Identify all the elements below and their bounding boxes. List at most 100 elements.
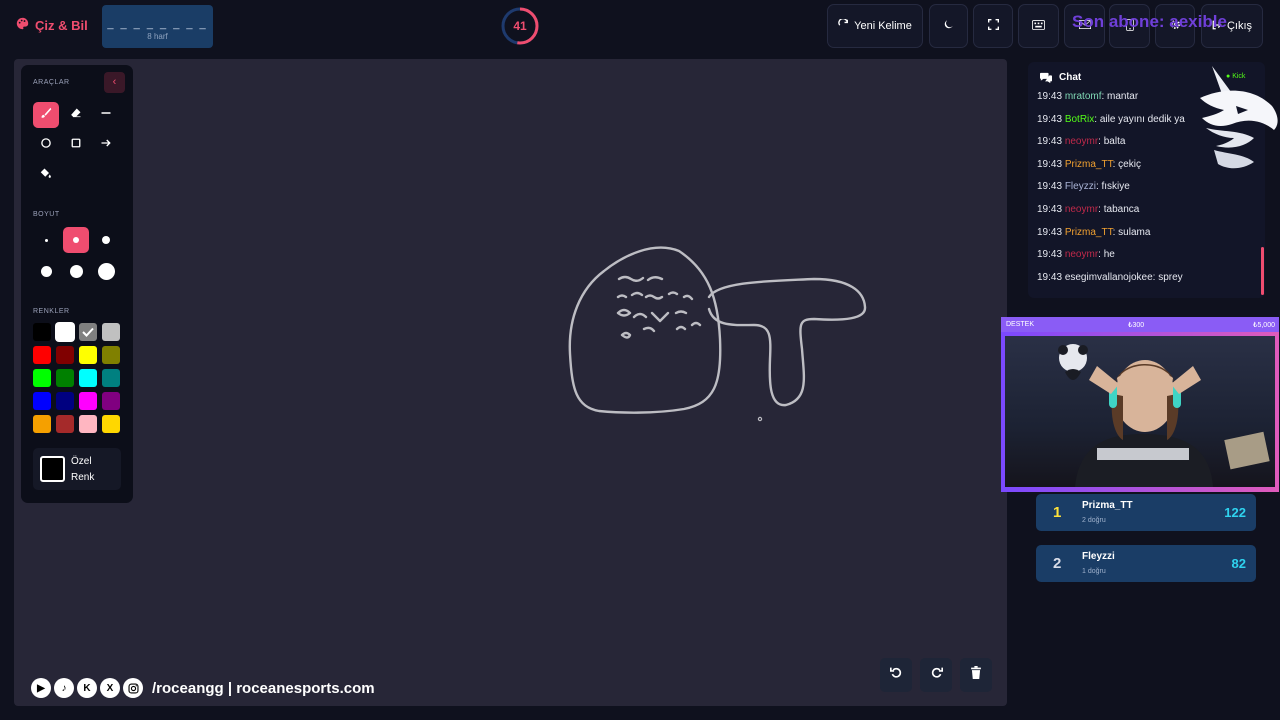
chat-username[interactable]: neoymr [1065, 136, 1098, 147]
undo-button[interactable] [880, 658, 912, 692]
brush-tool[interactable] [33, 102, 59, 128]
chat-username[interactable]: Prizma_TT [1065, 227, 1113, 238]
leaderboard-rank: 2 [1053, 555, 1062, 572]
arrow-right-icon [100, 136, 112, 154]
color-swatch[interactable] [79, 369, 97, 387]
fullscreen-icon [987, 19, 999, 33]
chat-time: 19:43 [1037, 158, 1063, 170]
rectangle-tool[interactable] [63, 132, 89, 158]
color-swatch[interactable] [56, 346, 74, 364]
custom-color-button[interactable]: Özel Renk [33, 448, 121, 490]
drawn-stroke [620, 321, 702, 339]
chat-text: : tabanca [1098, 204, 1140, 215]
color-swatch[interactable] [79, 392, 97, 410]
chat-username[interactable]: BotRix [1065, 114, 1094, 125]
new-word-label: Yeni Kelime [854, 20, 912, 32]
chat-text: : balta [1098, 136, 1126, 148]
chat-time: 19:43 [1037, 271, 1063, 283]
clear-canvas-button[interactable] [960, 658, 992, 692]
word-hint: _ _ _ _ _ _ _ _ 8 harf [102, 5, 213, 48]
collapse-panel-button[interactable]: ‹ [104, 72, 125, 93]
chat-message: 19:43 Prizma_TT: sulama [1037, 227, 1150, 238]
drawn-stroke [616, 308, 688, 323]
color-swatch[interactable] [102, 392, 120, 410]
eraser-tool[interactable] [63, 102, 89, 128]
fill-tool[interactable] [33, 162, 59, 188]
theme-toggle-button[interactable] [929, 4, 968, 48]
circle-tool[interactable] [33, 132, 59, 158]
color-swatch[interactable] [33, 392, 51, 410]
drawing-canvas[interactable] [14, 59, 1007, 706]
leaderboard-rank: 1 [1053, 504, 1062, 521]
subscriber-ticker: Son abone: aexible [1072, 12, 1227, 31]
chat-text: : aile yayını dedik ya [1094, 113, 1185, 125]
size-dot [44, 238, 48, 242]
chat-username[interactable]: neoymr [1065, 204, 1098, 215]
color-swatch[interactable] [56, 323, 74, 341]
chat-username[interactable]: Fleyzzi [1065, 181, 1096, 192]
chat-username[interactable]: Prizma_TT [1065, 159, 1113, 170]
color-swatch[interactable] [56, 392, 74, 410]
timer-value: 41 [513, 19, 527, 33]
dragon-logo-icon [1200, 66, 1278, 169]
color-swatch[interactable] [102, 323, 120, 341]
size-option-1[interactable] [33, 227, 59, 253]
top-bar: Çiz & Bil _ _ _ _ _ _ _ _ 8 harf 41 Yeni… [0, 0, 1280, 52]
size-option-2[interactable] [63, 227, 89, 253]
color-swatch[interactable] [33, 415, 51, 433]
trash-icon [970, 666, 982, 684]
chat-username[interactable]: neoymr [1065, 249, 1098, 260]
leaderboard-entry: 2 Fleyzzi 1 doğru 82 [1036, 545, 1256, 582]
color-swatch[interactable] [102, 346, 120, 364]
refresh-icon [838, 17, 849, 33]
chat-text: : çekiç [1112, 158, 1141, 170]
size-option-3[interactable] [93, 227, 119, 253]
tools-section-label: ARAÇLAR [33, 79, 70, 86]
redo-button[interactable] [920, 658, 952, 692]
color-swatch[interactable] [79, 346, 97, 364]
keyboard-icon [1032, 19, 1045, 33]
color-swatch[interactable] [56, 369, 74, 387]
color-swatch[interactable] [33, 369, 51, 387]
size-dot [73, 237, 79, 243]
youtube-icon: ▶ [31, 678, 51, 698]
colors-section-label: RENKLER [33, 308, 70, 315]
size-option-5[interactable] [63, 258, 89, 284]
color-swatch[interactable] [33, 346, 51, 364]
new-word-button[interactable]: Yeni Kelime [827, 4, 923, 48]
chat-message: 19:43 BotRix: aile yayını dedik ya [1037, 114, 1185, 125]
chat-time: 19:43 [1037, 226, 1063, 238]
color-swatch[interactable] [102, 369, 120, 387]
color-swatch[interactable] [79, 415, 97, 433]
color-swatch[interactable] [102, 415, 120, 433]
line-tool[interactable] [93, 102, 119, 128]
leaderboard-correct-count: 2 doğru [1082, 517, 1106, 524]
chat-text: : he [1098, 249, 1115, 261]
webcam-overlay: DESTEK ₺300 ₺5,000 [1001, 317, 1279, 492]
chat-text: : fıskiye [1095, 181, 1130, 193]
color-swatch[interactable] [33, 323, 51, 341]
chat-username[interactable]: esegimvallanojokee [1065, 272, 1153, 283]
arrow-tool[interactable] [93, 132, 119, 158]
chat-message: 19:43 mratomf: mantar [1037, 91, 1138, 102]
chat-title: Chat [1059, 72, 1082, 83]
line-icon [100, 106, 112, 124]
size-option-6[interactable] [93, 258, 119, 284]
custom-color-preview [40, 456, 65, 482]
leaderboard-points: 122 [1224, 505, 1246, 520]
redo-icon [930, 666, 943, 684]
circle-icon [40, 136, 52, 154]
moon-icon [943, 19, 954, 33]
webcam-video [1005, 336, 1275, 487]
chat-scrollbar[interactable] [1261, 247, 1264, 295]
chat-message: 19:43 neoymr: he [1037, 249, 1115, 260]
color-swatch[interactable] [56, 415, 74, 433]
color-swatch[interactable] [79, 323, 97, 341]
chat-username[interactable]: mratomf [1065, 91, 1102, 102]
fullscreen-button[interactable] [973, 4, 1013, 48]
chat-message: 19:43 esegimvallanojokee: sprey [1037, 272, 1183, 283]
chat-time: 19:43 [1037, 204, 1063, 215]
social-links: ▶ ♪ K X /roceangg | roceanesports.com [31, 678, 375, 698]
keyboard-button[interactable] [1018, 4, 1059, 48]
size-option-4[interactable] [33, 258, 59, 284]
